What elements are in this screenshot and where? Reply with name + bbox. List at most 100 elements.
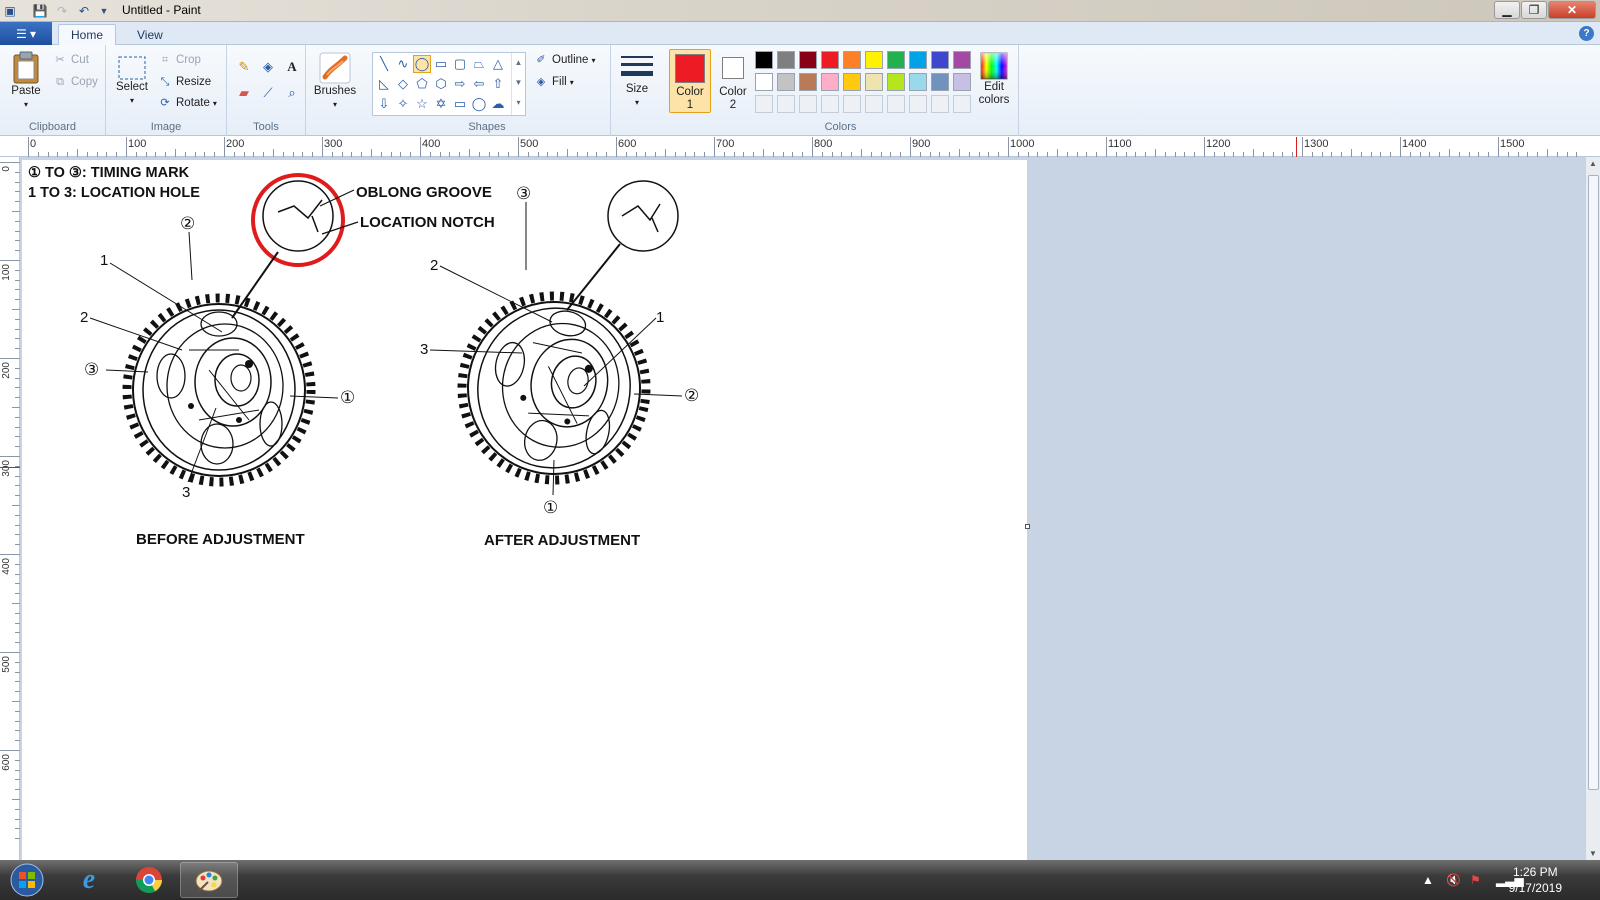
redo-icon[interactable]: ↷ bbox=[54, 3, 70, 19]
palette-swatch[interactable] bbox=[777, 51, 795, 69]
palette-swatch[interactable] bbox=[865, 51, 883, 69]
palette-swatch[interactable] bbox=[887, 51, 905, 69]
show-hidden-icons[interactable]: ▲ bbox=[1422, 873, 1434, 887]
up-arrow-shape-icon[interactable]: ⇧ bbox=[489, 75, 507, 93]
curve-shape-icon[interactable]: ∿ bbox=[394, 55, 412, 73]
vertical-scrollbar[interactable]: ▲ ▼ bbox=[1585, 157, 1600, 860]
crop-button[interactable]: ⌗ Crop bbox=[158, 53, 201, 67]
palette-swatch[interactable] bbox=[799, 73, 817, 91]
scrollbar-thumb[interactable] bbox=[1588, 175, 1599, 790]
palette-swatch[interactable] bbox=[953, 51, 971, 69]
magnifier-icon[interactable]: ⌕ bbox=[282, 83, 302, 103]
hexagon-shape-icon[interactable]: ⬡ bbox=[432, 75, 450, 93]
help-icon[interactable]: ? bbox=[1579, 26, 1594, 41]
five-point-star-shape-icon[interactable]: ☆ bbox=[413, 95, 431, 113]
pentagon-shape-icon[interactable]: ⬠ bbox=[413, 75, 431, 93]
down-arrow-shape-icon[interactable]: ⇩ bbox=[375, 95, 393, 113]
oval-shape-icon[interactable]: ◯ bbox=[413, 55, 431, 73]
custom-color-slot[interactable] bbox=[931, 95, 949, 113]
start-button[interactable] bbox=[0, 862, 54, 898]
palette-swatch[interactable] bbox=[953, 73, 971, 91]
fill-button[interactable]: ◈ Fill ▾ bbox=[534, 75, 574, 89]
rounded-rectangle-shape-icon[interactable]: ▢ bbox=[451, 55, 469, 73]
color1-button[interactable]: Color 1 bbox=[669, 49, 711, 113]
palette-swatch[interactable] bbox=[843, 73, 861, 91]
scroll-up-icon[interactable]: ▲ bbox=[1589, 159, 1597, 168]
palette-swatch[interactable] bbox=[821, 73, 839, 91]
rect-callout-shape-icon[interactable]: ▭ bbox=[451, 95, 469, 113]
customize-qat-icon[interactable]: ▼ bbox=[96, 3, 112, 19]
palette-swatch[interactable] bbox=[931, 73, 949, 91]
rotate-button[interactable]: ⟳ Rotate ▾ bbox=[158, 96, 217, 110]
taskbar-paint[interactable] bbox=[180, 862, 238, 898]
after-leader-2c bbox=[633, 393, 683, 397]
close-button[interactable]: ✕ bbox=[1548, 1, 1596, 19]
taskbar-internet-explorer[interactable]: e bbox=[60, 862, 118, 898]
palette-swatch[interactable] bbox=[821, 51, 839, 69]
line-shape-icon[interactable]: ╲ bbox=[375, 55, 393, 73]
custom-color-slot[interactable] bbox=[909, 95, 927, 113]
canvas-workspace[interactable]: ① TO ③: TIMING MARK 1 TO 3: LOCATION HOL… bbox=[20, 157, 1585, 860]
select-button[interactable]: Select ▾ bbox=[114, 55, 150, 107]
paste-button[interactable]: Paste ▾ bbox=[8, 51, 44, 111]
four-point-star-shape-icon[interactable]: ✧ bbox=[394, 95, 412, 113]
copy-button[interactable]: ⧉ Copy bbox=[53, 75, 98, 89]
palette-swatch[interactable] bbox=[777, 73, 795, 91]
tab-view[interactable]: View bbox=[125, 24, 175, 45]
left-arrow-shape-icon[interactable]: ⇦ bbox=[470, 75, 488, 93]
edit-colors-button[interactable]: Edit colors bbox=[973, 51, 1015, 107]
fill-bucket-icon[interactable]: ◈ bbox=[258, 57, 278, 77]
shapes-scroll[interactable]: ▲ ▼ ▾ bbox=[511, 53, 525, 115]
tab-home[interactable]: Home bbox=[58, 24, 117, 45]
palette-swatch[interactable] bbox=[931, 51, 949, 69]
canvas-resize-handle[interactable] bbox=[1025, 524, 1030, 529]
eraser-icon[interactable]: ▰ bbox=[234, 83, 254, 103]
palette-swatch[interactable] bbox=[909, 73, 927, 91]
custom-color-slot[interactable] bbox=[777, 95, 795, 113]
custom-color-slot[interactable] bbox=[953, 95, 971, 113]
resize-button[interactable]: ⤡ Resize bbox=[158, 75, 212, 89]
palette-swatch[interactable] bbox=[843, 51, 861, 69]
system-clock[interactable]: 1:26 PM 9/17/2019 bbox=[1509, 864, 1562, 896]
color-picker-icon[interactable]: ⟋ bbox=[258, 83, 278, 103]
palette-swatch[interactable] bbox=[909, 51, 927, 69]
oval-callout-shape-icon[interactable]: ◯ bbox=[470, 95, 488, 113]
cloud-callout-shape-icon[interactable]: ☁ bbox=[489, 95, 507, 113]
palette-swatch[interactable] bbox=[865, 73, 883, 91]
custom-color-slot[interactable] bbox=[887, 95, 905, 113]
size-button[interactable]: Size ▾ bbox=[619, 53, 655, 109]
palette-swatch[interactable] bbox=[755, 51, 773, 69]
text-tool-icon[interactable]: A bbox=[282, 57, 302, 77]
palette-swatch[interactable] bbox=[887, 73, 905, 91]
diamond-shape-icon[interactable]: ◇ bbox=[394, 75, 412, 93]
pencil-icon[interactable]: ✎ bbox=[234, 57, 254, 77]
polygon-shape-icon[interactable]: ⏢ bbox=[470, 55, 488, 73]
custom-color-slot[interactable] bbox=[821, 95, 839, 113]
volume-muted-icon[interactable]: 🔇 bbox=[1446, 873, 1461, 887]
save-icon[interactable]: 💾 bbox=[32, 3, 48, 19]
palette-swatch[interactable] bbox=[755, 73, 773, 91]
palette-swatch[interactable] bbox=[799, 51, 817, 69]
rectangle-shape-icon[interactable]: ▭ bbox=[432, 55, 450, 73]
color2-button[interactable]: Color 2 bbox=[713, 49, 753, 113]
action-center-icon[interactable]: ⚑ bbox=[1470, 873, 1481, 887]
drawing-canvas[interactable]: ① TO ③: TIMING MARK 1 TO 3: LOCATION HOL… bbox=[22, 160, 1030, 860]
file-menu-button[interactable]: ☰ ▾ bbox=[0, 22, 52, 45]
minimize-button[interactable]: ▁ bbox=[1494, 1, 1520, 19]
custom-color-slot[interactable] bbox=[843, 95, 861, 113]
right-arrow-shape-icon[interactable]: ⇨ bbox=[451, 75, 469, 93]
cut-button[interactable]: ✂ Cut bbox=[53, 53, 89, 67]
triangle-shape-icon[interactable]: △ bbox=[489, 55, 507, 73]
undo-icon[interactable]: ↶ bbox=[76, 3, 92, 19]
custom-color-slot[interactable] bbox=[799, 95, 817, 113]
custom-color-slot[interactable] bbox=[755, 95, 773, 113]
paint-app-icon[interactable]: ▣ bbox=[2, 3, 18, 19]
maximize-button[interactable]: ❐ bbox=[1521, 1, 1547, 19]
outline-button[interactable]: ✐ Outline ▾ bbox=[534, 53, 595, 67]
six-point-star-shape-icon[interactable]: ✡ bbox=[432, 95, 450, 113]
custom-color-slot[interactable] bbox=[865, 95, 883, 113]
right-triangle-shape-icon[interactable]: ◺ bbox=[375, 75, 393, 93]
taskbar-chrome[interactable] bbox=[120, 862, 178, 898]
scroll-down-icon[interactable]: ▼ bbox=[1589, 849, 1597, 858]
brushes-button[interactable]: Brushes ▾ bbox=[310, 51, 360, 111]
